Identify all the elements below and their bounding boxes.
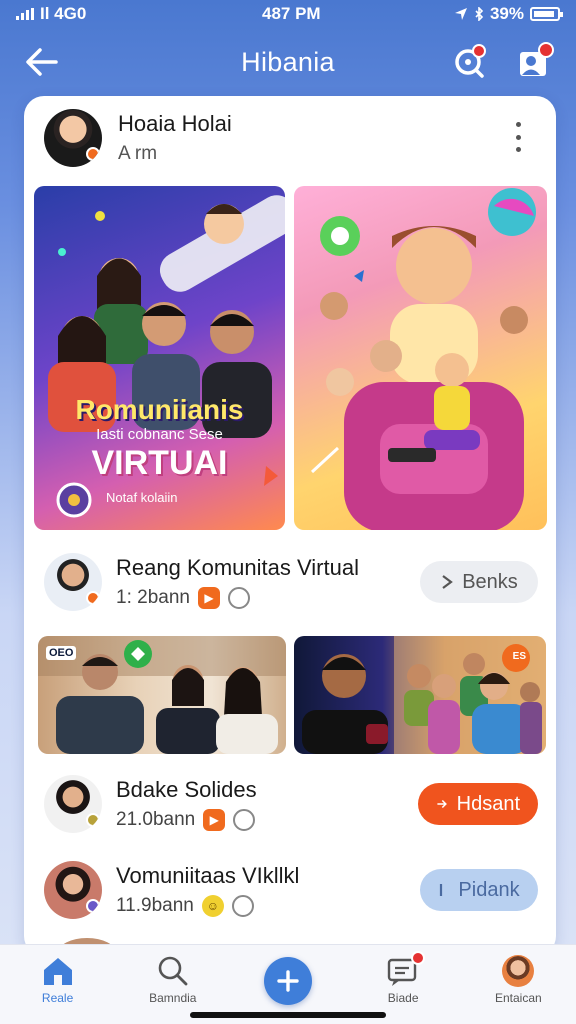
- nav-search[interactable]: Bamndia: [123, 955, 223, 1005]
- list-item-count: 21.0bann: [116, 809, 196, 830]
- battery-percent: 39%: [489, 4, 524, 23]
- home-icon: [43, 958, 72, 985]
- video-call-photo[interactable]: ES: [294, 636, 546, 754]
- notification-dot: [538, 42, 554, 58]
- pidank-button-label: Pidank: [458, 878, 520, 901]
- list-avatar: [44, 861, 102, 919]
- status-time: 487 PM: [262, 4, 321, 23]
- nav-profile[interactable]: Entaican: [468, 955, 568, 1005]
- list-item-title: Reang Komunitas Virtual: [116, 555, 359, 580]
- banner-image[interactable]: Romuniianis Iasti cobnanc Sese VIRTUAI N…: [34, 186, 285, 530]
- list-avatar: [44, 775, 102, 833]
- chevron-right-icon: [442, 575, 454, 589]
- arrow-icon: [437, 799, 447, 809]
- chevron-right-icon: [440, 884, 443, 896]
- banner-subtitle: Iasti cobnanc Sese: [96, 426, 223, 443]
- list-item-count: 11.9bann: [116, 895, 194, 916]
- video-call-illustration: [302, 636, 546, 754]
- list-item[interactable]: Bdake Solides 21.0bann ▶ Hdsant: [44, 772, 538, 836]
- arrow-left-icon: [26, 48, 58, 76]
- author-name[interactable]: Hoaia Holai: [118, 111, 232, 137]
- play-icon: ▶: [197, 587, 220, 609]
- nav-messages[interactable]: Biade: [353, 951, 453, 1005]
- carrier-text: Il 4G0: [40, 4, 87, 23]
- battery-icon: [530, 7, 563, 21]
- play-icon: ▶: [203, 809, 226, 831]
- nav-messages-label: Biade: [387, 991, 419, 1005]
- benks-button-label: Benks: [462, 570, 518, 593]
- location-icon: [454, 8, 467, 20]
- feed-card: Hoaia Holai A rm Romuniianis Iasti cobna…: [24, 96, 556, 956]
- banner-title: Romuniianis: [75, 394, 244, 425]
- photo-badge: OEO: [46, 646, 77, 660]
- refresh-icon: [227, 587, 250, 609]
- profile-edit-button[interactable]: [514, 42, 554, 82]
- refresh-icon: [233, 809, 256, 831]
- refresh-icon: [231, 895, 254, 917]
- live-badge: [86, 591, 100, 605]
- status-badge: [86, 813, 100, 827]
- create-button[interactable]: [263, 957, 312, 1005]
- cartoon-image[interactable]: [294, 186, 547, 530]
- back-button[interactable]: [22, 44, 62, 80]
- nav-home[interactable]: Reale: [8, 955, 108, 1005]
- notification-dot: [472, 44, 486, 58]
- nav-create[interactable]: [238, 955, 338, 1005]
- author-avatar[interactable]: [44, 109, 102, 167]
- search-notification-button[interactable]: [450, 42, 490, 82]
- status-bar: Il 4G0 487 PM 39%: [0, 0, 576, 28]
- list-item[interactable]: Vomuniitaas VIkllkl 11.9bann ☺ Pidank: [44, 858, 538, 922]
- photo-badge: ES: [512, 651, 526, 662]
- signal-icon: [16, 8, 34, 20]
- page-title: Hibania: [241, 46, 335, 77]
- banner-footer: Notaf kolaiin: [106, 490, 178, 505]
- bluetooth-icon: [475, 7, 484, 21]
- nav-home-label: Reale: [41, 991, 74, 1005]
- home-indicator: [190, 1012, 386, 1018]
- search-icon: [158, 956, 188, 986]
- banner-big-text: VIRTUAI: [91, 444, 228, 482]
- post-time: A rm: [118, 143, 158, 164]
- nav-profile-label: Entaican: [494, 991, 542, 1005]
- cartoon-illustration: [310, 188, 536, 530]
- more-options-button[interactable]: [506, 122, 530, 152]
- list-item-title: Vomuniitaas VIkllkl: [116, 863, 300, 888]
- list-item[interactable]: Reang Komunitas Virtual 1: 2bann ▶ Benks: [44, 550, 538, 614]
- notification-dot: [411, 951, 426, 965]
- nav-search-label: Bamndia: [149, 991, 197, 1005]
- hdsant-button[interactable]: Hdsant: [418, 783, 538, 825]
- emoji-icon: ☺: [201, 895, 224, 917]
- live-badge: [86, 147, 100, 161]
- list-avatar: [44, 553, 102, 611]
- plus-icon: [277, 970, 299, 992]
- status-badge: [86, 899, 100, 913]
- meeting-photo[interactable]: OEO: [38, 636, 286, 754]
- hdsant-button-label: Hdsant: [456, 792, 520, 815]
- app-bar: Hibania: [0, 28, 576, 96]
- benks-button[interactable]: Benks: [420, 561, 538, 603]
- post-header: Hoaia Holai A rm: [44, 108, 536, 168]
- pidank-button[interactable]: Pidank: [420, 869, 538, 911]
- list-item-title: Bdake Solides: [116, 777, 257, 802]
- list-item-count: 1: 2bann: [116, 587, 190, 608]
- profile-icon: [502, 955, 535, 987]
